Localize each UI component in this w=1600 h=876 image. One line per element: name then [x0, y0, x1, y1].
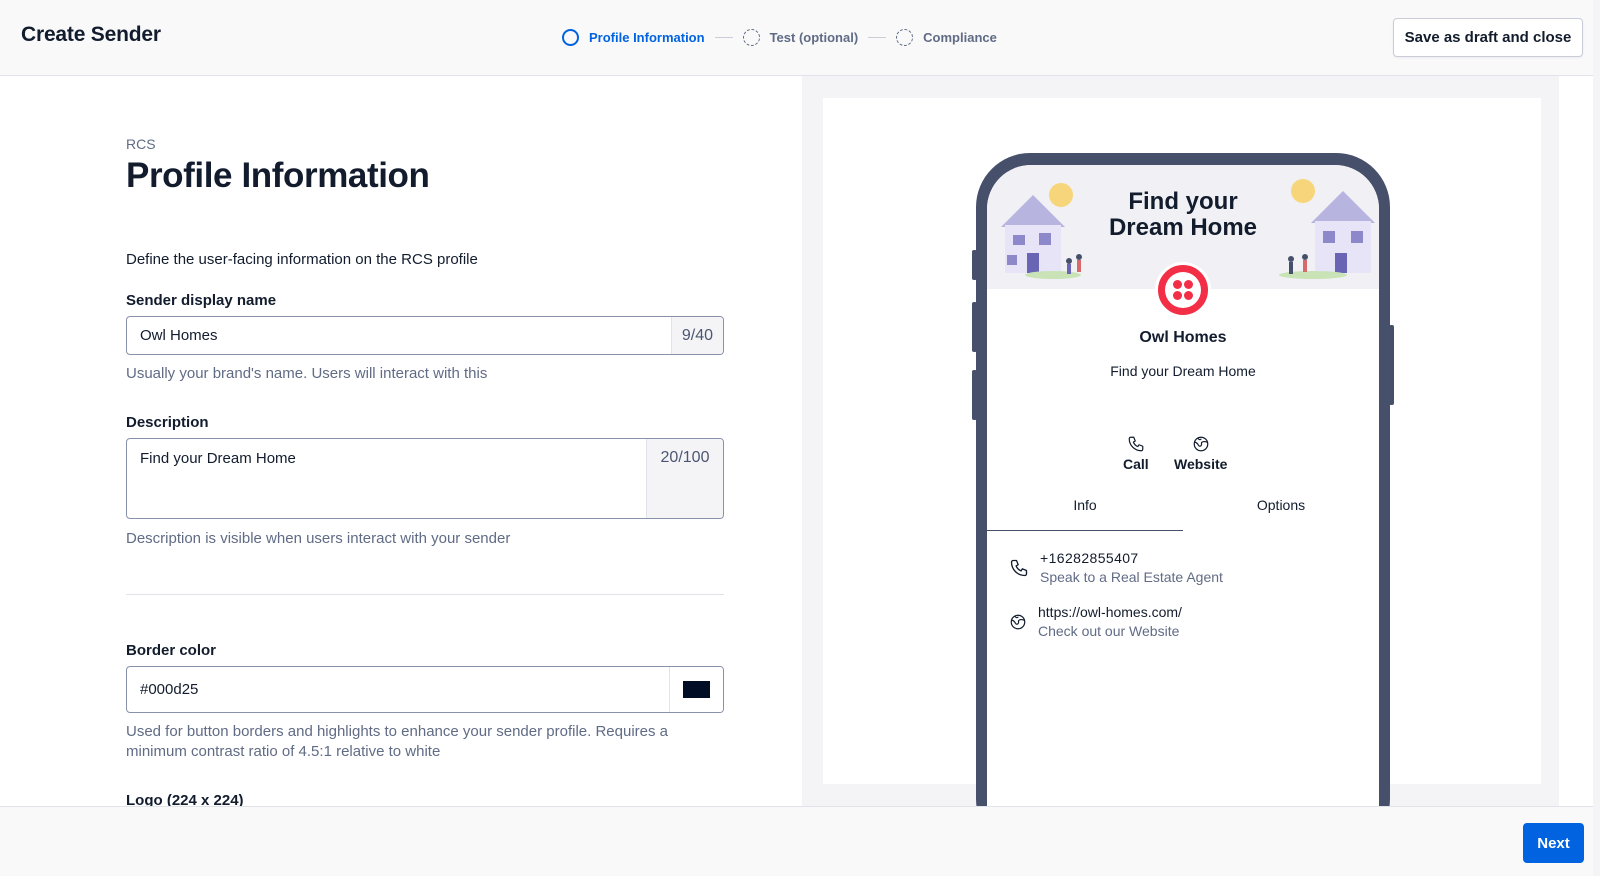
- globe-icon: [1193, 436, 1209, 452]
- website-action[interactable]: Website: [1174, 435, 1227, 472]
- call-action-label: Call: [1123, 456, 1149, 472]
- step-profile-information[interactable]: Profile Information: [562, 28, 705, 46]
- step-label: Test (optional): [769, 29, 859, 45]
- footer-bar: Next: [0, 806, 1600, 876]
- border-color-input[interactable]: #000d25: [127, 667, 669, 712]
- preview-brand-description: Find your Dream Home: [1110, 363, 1256, 379]
- phone-icon: [1128, 436, 1144, 452]
- step-test-optional[interactable]: Test (optional): [742, 28, 859, 46]
- step-label: Profile Information: [589, 29, 705, 45]
- description-label: Description: [126, 414, 209, 431]
- info-row-main: +16282855407: [1040, 550, 1139, 566]
- banner-title: Find your Dream Home: [987, 189, 1379, 241]
- display-name-label: Sender display name: [126, 292, 277, 309]
- border-color-help-line: Used for button borders and highlights t…: [126, 723, 668, 740]
- step-separator: [868, 36, 887, 38]
- intro-text: Define the user-facing information on th…: [126, 251, 478, 268]
- step-separator: [714, 36, 733, 38]
- brand-logo: [1155, 262, 1211, 318]
- eyebrow: RCS: [126, 136, 156, 152]
- step-pending-icon: [742, 28, 760, 46]
- phone-side-button: [972, 250, 977, 280]
- display-name-help: Usually your brand's name. Users will in…: [126, 365, 488, 382]
- twilio-logo-icon: [1165, 272, 1201, 308]
- description-field[interactable]: Find your Dream Home 20/100: [126, 438, 724, 519]
- call-action[interactable]: Call: [1123, 435, 1149, 472]
- color-picker-button[interactable]: [669, 667, 723, 712]
- phone-side-button: [972, 302, 977, 352]
- step-compliance[interactable]: Compliance: [896, 28, 997, 46]
- description-textarea[interactable]: Find your Dream Home: [127, 439, 646, 518]
- save-draft-button[interactable]: Save as draft and close: [1393, 18, 1583, 57]
- info-row-sub: Speak to a Real Estate Agent: [1040, 569, 1223, 585]
- step-active-icon: [562, 28, 579, 46]
- stepper: Profile Information Test (optional) Comp…: [562, 26, 997, 48]
- info-row-phone[interactable]: +16282855407 Speak to a Real Estate Agen…: [1009, 550, 1223, 585]
- step-label: Compliance: [923, 29, 997, 45]
- banner-title-line: Find your: [1128, 188, 1238, 215]
- page-scrollbar[interactable]: [1593, 0, 1600, 876]
- description-help: Description is visible when users intera…: [126, 530, 511, 547]
- color-swatch: [683, 681, 710, 698]
- info-row-main: https://owl-homes.com/: [1038, 604, 1182, 620]
- border-color-help-line: minimum contrast ratio of 4.5:1 relative…: [126, 743, 441, 760]
- description-counter: 20/100: [646, 439, 723, 518]
- phone-side-button: [972, 370, 977, 420]
- website-action-label: Website: [1174, 456, 1228, 472]
- info-row-sub: Check out our Website: [1038, 623, 1180, 639]
- tab-info[interactable]: Info: [987, 497, 1183, 531]
- next-button[interactable]: Next: [1523, 823, 1584, 863]
- phone-power-button: [1389, 325, 1394, 405]
- page-title: Profile Information: [126, 156, 430, 195]
- top-bar: Create Sender Profile Information Test (…: [0, 0, 1600, 76]
- phone-screen: Find your Dream Home Owl Homes Find your…: [987, 165, 1379, 806]
- section-divider: [126, 594, 724, 595]
- tab-options[interactable]: Options: [1183, 497, 1379, 531]
- display-name-field[interactable]: Owl Homes 9/40: [126, 316, 724, 355]
- banner-title-line: Dream Home: [1108, 214, 1258, 241]
- phone-icon: [1010, 559, 1028, 576]
- info-row-website[interactable]: https://owl-homes.com/ Check out our Web…: [1009, 604, 1182, 639]
- globe-icon: [1010, 614, 1026, 629]
- app-title: Create Sender: [21, 23, 161, 46]
- border-color-label: Border color: [126, 642, 217, 659]
- border-color-field[interactable]: #000d25: [126, 666, 724, 713]
- display-name-input[interactable]: Owl Homes: [127, 317, 671, 354]
- border-color-help: Used for button borders and highlights t…: [126, 722, 668, 762]
- display-name-counter: 9/40: [670, 317, 723, 354]
- step-pending-icon: [896, 28, 914, 46]
- preview-brand-name: Owl Homes: [1139, 329, 1227, 346]
